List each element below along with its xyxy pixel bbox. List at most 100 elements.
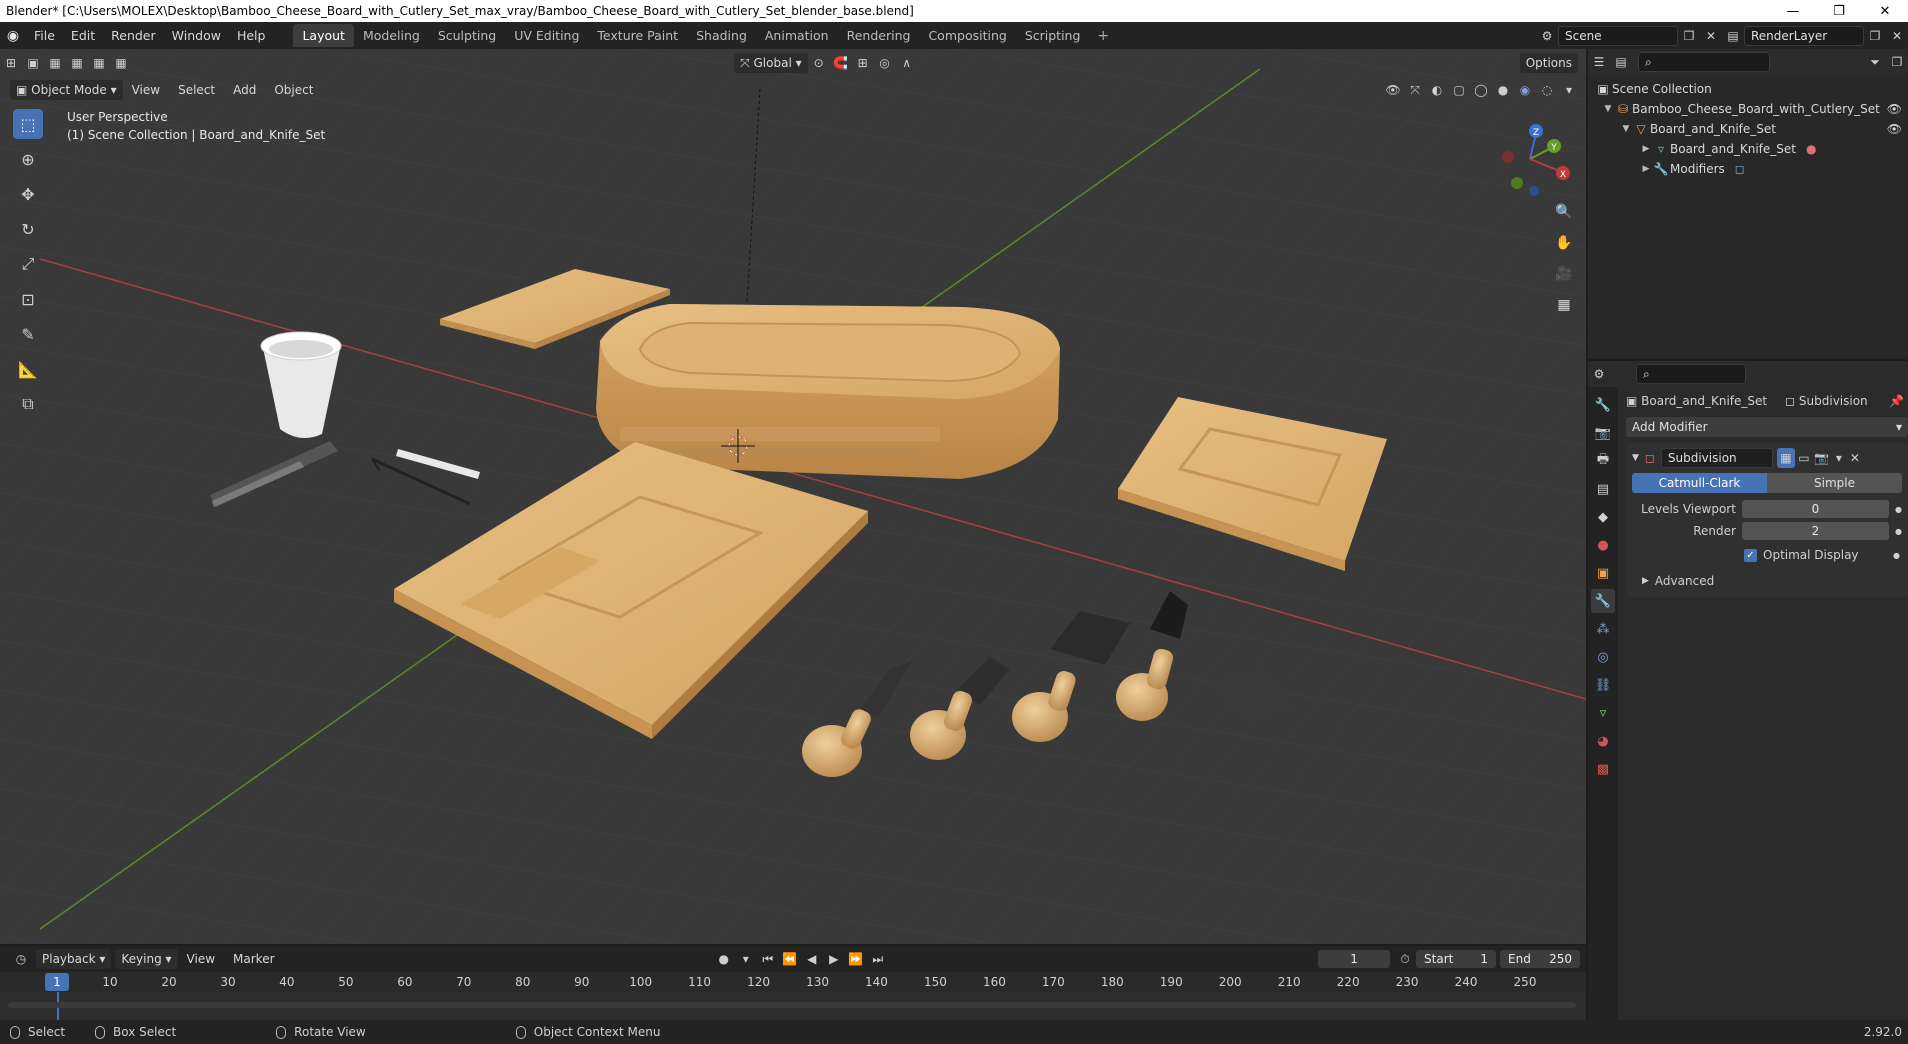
jump-start-icon[interactable]: ⏮ [757,949,779,969]
restore-button[interactable]: ❐ [1816,0,1862,22]
measure-tool-icon[interactable]: 📐 [13,354,43,384]
select-extend-icon[interactable]: ▦ [66,53,88,73]
close-icon[interactable]: ✕ [1847,448,1863,468]
properties-editor-icon[interactable]: ⚙ [1588,364,1610,384]
xray-icon[interactable]: ▢ [1448,80,1470,100]
tab-uv-editing[interactable]: UV Editing [505,24,588,47]
display-mode-icon[interactable]: ▤ [1610,52,1632,72]
play-reverse-icon[interactable]: ◀ [801,949,823,969]
scene-icon[interactable]: ⚙ [1536,26,1558,46]
viewport-scene[interactable] [0,49,1586,944]
falloff-icon[interactable]: ∧ [896,53,918,73]
advanced-subpanel[interactable]: ▶ Advanced [1632,571,1902,591]
modifier-tab-icon[interactable]: 🔧 [1591,589,1615,613]
new-view-layer-icon[interactable]: ❐ [1864,26,1886,46]
shading-wireframe-icon[interactable]: ◯ [1470,80,1492,100]
playback-menu[interactable]: Playback ▾ [36,949,112,969]
menu-view[interactable]: View [123,83,169,97]
menu-select[interactable]: Select [169,83,224,97]
start-frame-field[interactable]: Start 1 [1416,950,1497,968]
menu-window[interactable]: Window [164,28,229,43]
scene-tab-icon[interactable]: ◆ [1591,505,1615,529]
new-scene-icon[interactable]: ❐ [1678,26,1700,46]
new-collection-icon[interactable]: ❐ [1886,52,1908,72]
ortho-toggle-icon[interactable]: ▦ [1551,292,1577,318]
outliner-root-row[interactable]: ▣ Scene Collection [1588,79,1908,99]
close-button[interactable]: ✕ [1862,0,1908,22]
outliner-row-modifiers[interactable]: ▶ 🔧 Modifiers ◻ [1588,159,1908,179]
menu-object[interactable]: Object [265,83,322,97]
orientation-dropdown[interactable]: ⤧ Global ▾ [734,53,808,73]
play-icon[interactable]: ▶ [823,949,845,969]
shading-solid-icon[interactable]: ● [1492,80,1514,100]
shading-material-icon[interactable]: ◉ [1514,80,1536,100]
timeline-track-area[interactable] [0,992,1586,1020]
filter-icon[interactable]: ⏷ [1864,52,1886,72]
camera-view-icon[interactable]: 🎥 [1551,261,1577,287]
tab-modeling[interactable]: Modeling [354,24,429,47]
current-frame-field[interactable]: 1 [1318,950,1391,968]
tool-tab-icon[interactable]: 🔧 [1591,393,1615,417]
gizmo-neg-y-icon[interactable] [1511,177,1523,189]
record-icon[interactable]: ● [713,949,735,969]
timeline-scrollbar[interactable] [8,1002,1576,1008]
add-cube-tool-icon[interactable]: ⧉ [13,389,43,419]
timeline-marker-menu[interactable]: Marker [224,952,283,966]
jump-keyframe-forward-icon[interactable]: ⏩ [845,949,867,969]
options-button[interactable]: Options [1519,53,1579,73]
view-layer-tab-icon[interactable]: ▤ [1591,477,1615,501]
select-new-icon[interactable]: ▦ [44,53,66,73]
gizmo-neg-z-icon[interactable] [1529,186,1539,196]
jump-keyframe-back-icon[interactable]: ⏪ [779,949,801,969]
tab-texture-paint[interactable]: Texture Paint [588,24,687,47]
snap-icon[interactable]: 🧲 [830,53,852,73]
physics-tab-icon[interactable]: ◎ [1591,645,1615,669]
rotate-tool-icon[interactable]: ↻ [13,214,43,244]
scale-tool-icon[interactable]: ⤢ [13,249,43,279]
remove-view-layer-icon[interactable]: ✕ [1886,26,1908,46]
expand-triangle-icon[interactable]: ▶ [1640,164,1652,174]
view-layer-icon[interactable]: ▤ [1722,26,1744,46]
jump-end-icon[interactable]: ⏭ [867,949,889,969]
tab-shading[interactable]: Shading [687,24,756,47]
keying-menu[interactable]: Keying ▾ [115,949,178,969]
snap-target-icon[interactable]: ⊞ [852,53,874,73]
edit-mode-toggle-icon[interactable]: ▦ [1776,448,1795,468]
tab-animation[interactable]: Animation [756,24,838,47]
outliner-row-collection[interactable]: ▼ ⛁ Bamboo_Cheese_Board_with_Cutlery_Set… [1588,99,1908,119]
menu-help[interactable]: Help [229,28,274,43]
keyframe-dot-icon[interactable]: ● [1895,505,1902,514]
outliner-row-object[interactable]: ▼ ▽ Board_and_Knife_Set 👁 [1588,119,1908,139]
outliner-search-input[interactable]: ⌕ [1638,52,1770,72]
minimize-button[interactable]: — [1770,0,1816,22]
remove-scene-icon[interactable]: ✕ [1700,26,1722,46]
blender-logo-icon[interactable]: ◉ [0,22,26,49]
outliner-row-mesh[interactable]: ▶ ▿ Board_and_Knife_Set ● [1588,139,1908,159]
zoom-icon[interactable]: 🔍 [1551,199,1577,225]
render-toggle-icon[interactable]: 📷 [1813,448,1831,468]
view-layer-field[interactable]: RenderLayer [1744,25,1864,46]
expand-triangle-icon[interactable]: ▶ [1640,144,1652,154]
material-icon[interactable]: ● [1806,142,1816,156]
keyframe-dot-icon[interactable]: ● [1893,551,1902,560]
outliner-editor-icon[interactable]: ☰ [1588,52,1610,72]
timeline-ruler[interactable]: 1102030405060708090100110120130140150160… [0,972,1586,992]
object-tab-icon[interactable]: ▣ [1591,561,1615,585]
modifier-subdivision-icon[interactable]: ◻ [1735,162,1745,176]
keyframe-dot-icon[interactable]: ● [1895,527,1902,536]
eye-icon[interactable]: 👁 [1887,102,1908,116]
texture-tab-icon[interactable]: ▩ [1591,757,1615,781]
timeline-editor-icon[interactable]: ◷ [10,949,32,969]
viewport-toggle-icon[interactable]: ▭ [1795,448,1813,468]
world-tab-icon[interactable]: ● [1591,533,1615,557]
navigation-gizmo[interactable]: Z Y X [1490,117,1570,197]
expand-triangle-icon[interactable]: ▼ [1620,124,1632,134]
properties-search-input[interactable]: ⌕ [1636,364,1746,384]
modifier-name-field[interactable]: Subdivision [1660,448,1773,468]
expand-triangle-icon[interactable]: ▶ [1642,576,1649,586]
tab-scripting[interactable]: Scripting [1016,24,1090,47]
menu-render[interactable]: Render [103,28,164,43]
transform-tool-icon[interactable]: ⊡ [13,284,43,314]
shading-options-icon[interactable]: ▾ [1558,80,1580,100]
shading-rendered-icon[interactable]: ◌ [1536,80,1558,100]
